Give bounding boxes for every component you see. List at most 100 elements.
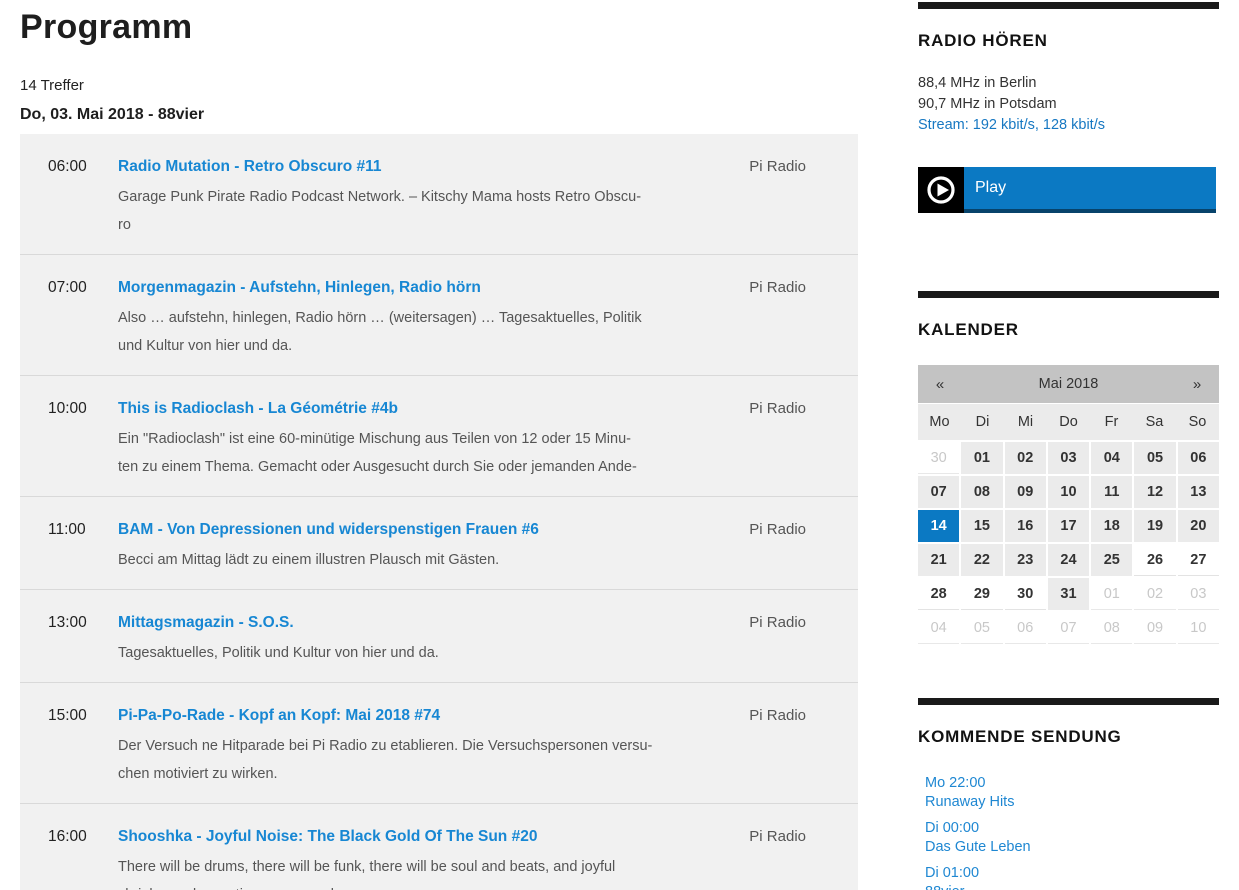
- upcoming-show-time: Mo 22:00: [925, 774, 1219, 793]
- calendar-day[interactable]: 12: [1134, 476, 1175, 508]
- calendar-day: 06: [1005, 612, 1046, 644]
- calendar-day[interactable]: 19: [1134, 510, 1175, 542]
- calendar-day[interactable]: 30: [1005, 578, 1046, 610]
- frequency-berlin: 88,4 MHz in Berlin: [918, 73, 1219, 94]
- calendar-weekday: Mo: [918, 414, 961, 430]
- radio-listen-heading: RADIO HÖREN: [918, 30, 1219, 52]
- program-time: 07:00: [20, 276, 118, 360]
- calendar-day[interactable]: 11: [1091, 476, 1132, 508]
- calendar-day[interactable]: 24: [1048, 544, 1089, 576]
- program-title-link[interactable]: Radio Mutation - Retro Obscuro #11: [118, 155, 382, 179]
- program-title-link[interactable]: Morgenmagazin - Aufstehn, Hinlegen, Radi…: [118, 276, 481, 300]
- program-station: Pi Radio: [708, 276, 858, 360]
- upcoming-show-link[interactable]: Di 00:00 Das Gute Leben: [925, 819, 1219, 857]
- program-row: 15:00 Pi-Pa-Po-Rade - Kopf an Kopf: Mai …: [20, 683, 858, 804]
- calendar-day[interactable]: 16: [1005, 510, 1046, 542]
- program-title-link[interactable]: Shooshka - Joyful Noise: The Black Gold …: [118, 825, 537, 849]
- calendar-day: 09: [1134, 612, 1175, 644]
- program-description: There will be drums, there will be funk,…: [118, 853, 708, 890]
- program-time: 16:00: [20, 825, 118, 890]
- calendar-day[interactable]: 07: [918, 476, 959, 508]
- program-time: 13:00: [20, 611, 118, 667]
- calendar-day[interactable]: 06: [1178, 442, 1219, 474]
- calendar-weekday: Mi: [1004, 414, 1047, 430]
- calendar-day[interactable]: 21: [918, 544, 959, 576]
- calendar-day[interactable]: 10: [1048, 476, 1089, 508]
- program-description: Der Versuch ne Hitparade bei Pi Radio zu…: [118, 732, 708, 788]
- program-row-main: BAM - Von Depressionen und widerspenstig…: [118, 518, 708, 574]
- page-title: Programm: [20, 6, 858, 48]
- calendar-day: 04: [918, 612, 959, 644]
- upcoming-list: Mo 22:00 Runaway Hits Di 00:00 Das Gute …: [918, 774, 1219, 890]
- program-row: 10:00 This is Radioclash - La Géométrie …: [20, 376, 858, 497]
- program-row: 13:00 Mittagsmagazin - S.O.S. Tagesaktue…: [20, 590, 858, 683]
- program-time: 15:00: [20, 704, 118, 788]
- program-title-link[interactable]: Pi-Pa-Po-Rade - Kopf an Kopf: Mai 2018 #…: [118, 704, 440, 728]
- calendar-weekday: So: [1176, 414, 1219, 430]
- calendar-day[interactable]: 05: [1134, 442, 1175, 474]
- upcoming-show-title: Runaway Hits: [925, 793, 1219, 812]
- play-button-label: Play: [964, 167, 1216, 213]
- sidebar-top-divider: [918, 2, 1219, 9]
- calendar-day[interactable]: 20: [1178, 510, 1219, 542]
- calendar-widget: « Mai 2018 » MoDiMiDoFrSaSo 300102030405…: [918, 365, 1219, 644]
- calendar-day[interactable]: 25: [1091, 544, 1132, 576]
- program-main: Programm 14 Treffer Do, 03. Mai 2018 - 8…: [20, 0, 858, 890]
- sidebar-divider: [918, 291, 1219, 298]
- program-row-main: This is Radioclash - La Géométrie #4b Ei…: [118, 397, 708, 481]
- upcoming-show-time: Di 01:00: [925, 864, 1219, 883]
- program-time: 11:00: [20, 518, 118, 574]
- program-list: 06:00 Radio Mutation - Retro Obscuro #11…: [20, 134, 858, 890]
- sidebar: RADIO HÖREN 88,4 MHz in Berlin 90,7 MHz …: [918, 0, 1219, 890]
- calendar-day[interactable]: 09: [1005, 476, 1046, 508]
- calendar-day[interactable]: 13: [1178, 476, 1219, 508]
- calendar-day[interactable]: 03: [1048, 442, 1089, 474]
- calendar-header: « Mai 2018 »: [918, 365, 1219, 403]
- program-station: Pi Radio: [708, 611, 858, 667]
- calendar-day[interactable]: 15: [961, 510, 1002, 542]
- upcoming-show-link[interactable]: Di 01:00 88vier: [925, 864, 1219, 890]
- calendar-day[interactable]: 26: [1134, 544, 1175, 576]
- upcoming-show-link[interactable]: Mo 22:00 Runaway Hits: [925, 774, 1219, 812]
- calendar-day[interactable]: 08: [961, 476, 1002, 508]
- calendar-day[interactable]: 02: [1005, 442, 1046, 474]
- play-icon: [918, 167, 964, 213]
- calendar-day[interactable]: 04: [1091, 442, 1132, 474]
- calendar-day[interactable]: 01: [961, 442, 1002, 474]
- program-row: 06:00 Radio Mutation - Retro Obscuro #11…: [20, 134, 858, 255]
- calendar-day[interactable]: 27: [1178, 544, 1219, 576]
- stream-separator: ,: [1035, 117, 1043, 133]
- calendar-day[interactable]: 28: [918, 578, 959, 610]
- date-heading: Do, 03. Mai 2018 - 88vier: [20, 104, 858, 126]
- calendar-day[interactable]: 18: [1091, 510, 1132, 542]
- calendar-day[interactable]: 22: [961, 544, 1002, 576]
- program-description: Also … aufstehn, hinlegen, Radio hörn … …: [118, 304, 708, 360]
- calendar-next-button[interactable]: »: [1175, 376, 1219, 393]
- calendar-day-selected[interactable]: 14: [918, 510, 959, 542]
- program-title-link[interactable]: Mittagsmagazin - S.O.S.: [118, 611, 294, 635]
- calendar-day: 07: [1048, 612, 1089, 644]
- calendar-day[interactable]: 23: [1005, 544, 1046, 576]
- program-description: Ein "Radioclash" ist eine 60-minütige Mi…: [118, 425, 708, 481]
- program-row-main: Pi-Pa-Po-Rade - Kopf an Kopf: Mai 2018 #…: [118, 704, 708, 788]
- calendar-weekday: Do: [1047, 414, 1090, 430]
- upcoming-show-time: Di 00:00: [925, 819, 1219, 838]
- sidebar-divider: [918, 698, 1219, 705]
- stream-link-128[interactable]: 128 kbit/s: [1043, 117, 1105, 133]
- calendar-day[interactable]: 17: [1048, 510, 1089, 542]
- program-title-link[interactable]: BAM - Von Depressionen und widerspenstig…: [118, 518, 539, 542]
- page: Programm 14 Treffer Do, 03. Mai 2018 - 8…: [0, 0, 1239, 890]
- stream-links: Stream: 192 kbit/s, 128 kbit/s: [918, 115, 1219, 136]
- program-title-link[interactable]: This is Radioclash - La Géométrie #4b: [118, 397, 398, 421]
- program-station: Pi Radio: [708, 397, 858, 481]
- calendar-prev-button[interactable]: «: [918, 376, 962, 393]
- results-count: 14 Treffer: [20, 76, 858, 96]
- calendar-day[interactable]: 31: [1048, 578, 1089, 610]
- program-row: 07:00 Morgenmagazin - Aufstehn, Hinlegen…: [20, 255, 858, 376]
- calendar-day[interactable]: 29: [961, 578, 1002, 610]
- calendar-day: 01: [1091, 578, 1132, 610]
- stream-link-192[interactable]: Stream: 192 kbit/s: [918, 117, 1035, 133]
- play-button[interactable]: Play: [918, 167, 1216, 213]
- calendar-day: 10: [1178, 612, 1219, 644]
- upcoming-heading: KOMMENDE SENDUNG: [918, 726, 1219, 748]
